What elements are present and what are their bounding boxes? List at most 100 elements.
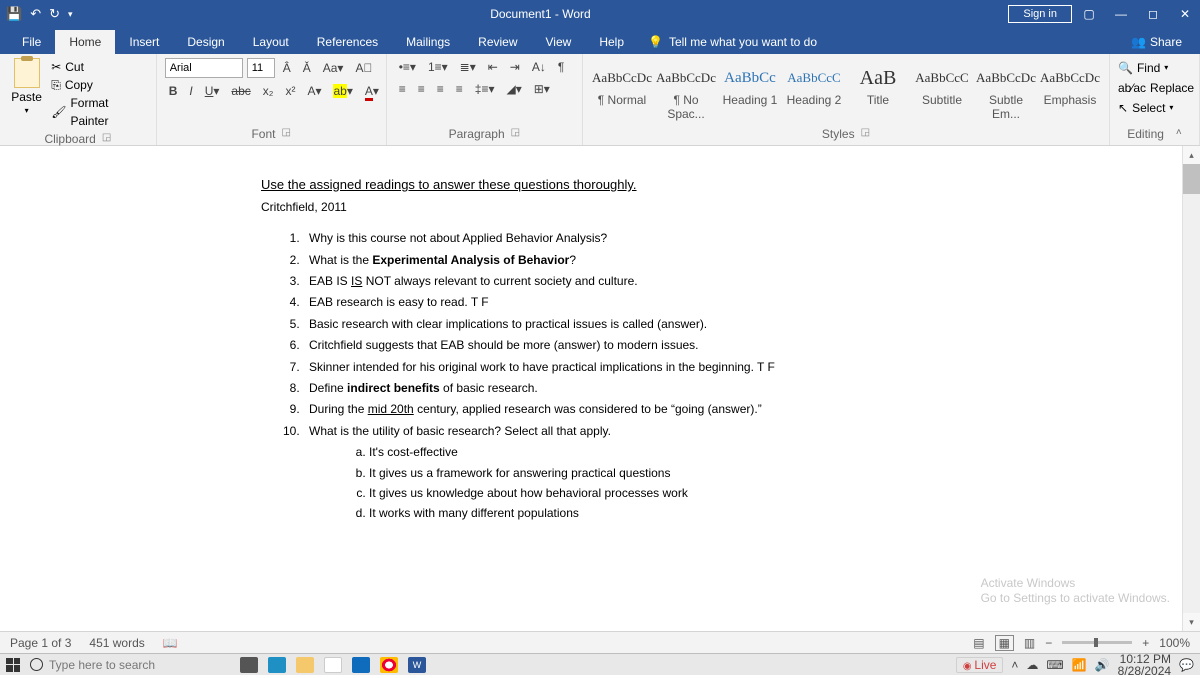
keyboard-icon[interactable]: ⌨ <box>1046 658 1063 672</box>
start-button[interactable] <box>6 658 20 672</box>
live-badge[interactable]: ◉ Live <box>956 657 1004 673</box>
tab-mailings[interactable]: Mailings <box>392 30 464 54</box>
tab-review[interactable]: Review <box>464 30 531 54</box>
shrink-font-button[interactable]: Ǎ <box>299 59 315 77</box>
edge-icon[interactable] <box>268 657 286 673</box>
web-layout-icon[interactable]: ▥ <box>1024 636 1035 650</box>
select-button[interactable]: ↖Select▾ <box>1118 98 1191 118</box>
tab-insert[interactable]: Insert <box>115 30 173 54</box>
close-icon[interactable]: ✕ <box>1176 7 1194 21</box>
font-name-combo[interactable] <box>165 58 243 78</box>
document-area[interactable]: Use the assigned readings to answer thes… <box>0 146 1182 631</box>
bold-button[interactable]: B <box>165 82 182 100</box>
clear-format-button[interactable]: A⃠ <box>351 59 376 77</box>
undo-icon[interactable]: ↶ <box>30 6 41 22</box>
system-clock[interactable]: 10:12 PM8/28/2024 <box>1118 653 1171 677</box>
taskbar-search[interactable]: Type here to search <box>30 658 230 672</box>
zoom-level[interactable]: 100% <box>1159 636 1190 650</box>
bullets-button[interactable]: •≡▾ <box>395 58 420 76</box>
underline-button[interactable]: U▾ <box>201 82 224 100</box>
style-heading-2[interactable]: AaBbCcCHeading 2 <box>783 60 845 116</box>
strike-button[interactable]: abc <box>227 82 254 100</box>
tab-design[interactable]: Design <box>173 30 238 54</box>
save-icon[interactable]: 💾 <box>6 6 22 22</box>
copy-button[interactable]: ⎘Copy <box>51 76 148 94</box>
grow-font-button[interactable]: Â <box>279 59 295 77</box>
notifications-icon[interactable]: 💬 <box>1179 658 1194 672</box>
style-title[interactable]: AaBTitle <box>847 60 909 116</box>
highlight-button[interactable]: ab▾ <box>329 82 356 100</box>
paste-button[interactable]: Paste▾ <box>8 58 45 130</box>
store-icon[interactable] <box>324 657 342 673</box>
font-color-button[interactable]: A▾ <box>361 82 383 100</box>
sort-button[interactable]: A↓ <box>528 58 550 76</box>
style-subtitle[interactable]: AaBbCcCSubtitle <box>911 60 973 116</box>
minimize-icon[interactable]: — <box>1112 7 1130 21</box>
superscript-button[interactable]: x² <box>281 82 299 100</box>
change-case-button[interactable]: Aa▾ <box>319 59 348 77</box>
justify-button[interactable]: ≡ <box>452 80 467 98</box>
tab-home[interactable]: Home <box>55 30 115 54</box>
chrome-icon[interactable] <box>380 657 398 673</box>
scroll-up-icon[interactable]: ▴ <box>1183 146 1200 164</box>
ribbon-display-icon[interactable]: ▢ <box>1080 7 1098 21</box>
subscript-button[interactable]: x₂ <box>259 82 278 100</box>
word-icon[interactable]: W <box>408 657 426 673</box>
page-indicator[interactable]: Page 1 of 3 <box>10 636 71 650</box>
dec-indent-button[interactable]: ⇤ <box>484 58 502 76</box>
zoom-out-button[interactable]: − <box>1045 636 1052 650</box>
style--no-spac-[interactable]: AaBbCcDc¶ No Spac... <box>655 60 717 116</box>
zoom-slider[interactable] <box>1062 641 1132 644</box>
style-heading-1[interactable]: AaBbCcHeading 1 <box>719 60 781 116</box>
tab-references[interactable]: References <box>303 30 392 54</box>
volume-icon[interactable]: 🔊 <box>1095 658 1110 672</box>
style-subtle-em-[interactable]: AaBbCcDcSubtle Em... <box>975 60 1037 116</box>
styles-launcher-icon[interactable]: ◲ <box>861 127 870 141</box>
clipboard-launcher-icon[interactable]: ◲ <box>102 132 111 146</box>
font-launcher-icon[interactable]: ◲ <box>281 127 290 141</box>
wifi-icon[interactable]: 📶 <box>1072 658 1087 672</box>
cut-button[interactable]: ✂Cut <box>51 58 148 76</box>
font-size-combo[interactable] <box>247 58 275 78</box>
align-center-button[interactable]: ≡ <box>414 80 429 98</box>
style--normal[interactable]: AaBbCcDc¶ Normal <box>591 60 653 116</box>
tab-file[interactable]: File <box>8 30 55 54</box>
collapse-ribbon-icon[interactable]: ˄ <box>1176 127 1182 141</box>
sign-in-button[interactable]: Sign in <box>1008 5 1072 23</box>
multilevel-button[interactable]: ≣▾ <box>456 58 480 76</box>
tab-view[interactable]: View <box>532 30 586 54</box>
replace-button[interactable]: ab⁄acReplace <box>1118 78 1191 98</box>
line-spacing-button[interactable]: ‡≡▾ <box>471 80 499 98</box>
onedrive-icon[interactable]: ☁ <box>1026 658 1038 672</box>
italic-button[interactable]: I <box>185 82 196 100</box>
redo-icon[interactable]: ↻ <box>49 6 60 22</box>
tab-help[interactable]: Help <box>585 30 638 54</box>
numbering-button[interactable]: 1≡▾ <box>424 58 452 76</box>
format-painter-button[interactable]: 🖌Format Painter <box>51 94 148 130</box>
align-left-button[interactable]: ≡ <box>395 80 410 98</box>
print-layout-icon[interactable]: ▦ <box>995 635 1014 651</box>
read-mode-icon[interactable]: ▤ <box>973 636 984 650</box>
scroll-down-icon[interactable]: ▾ <box>1183 613 1200 631</box>
explorer-icon[interactable] <box>296 657 314 673</box>
tell-me-search[interactable]: 💡Tell me what you want to do <box>638 30 827 54</box>
mail-icon[interactable] <box>352 657 370 673</box>
vertical-scrollbar[interactable]: ▴ ▾ <box>1182 146 1200 631</box>
tray-chevron-icon[interactable]: ˄ <box>1011 658 1018 672</box>
shading-button[interactable]: ◢▾ <box>502 80 525 98</box>
scroll-thumb[interactable] <box>1183 164 1200 194</box>
word-count[interactable]: 451 words <box>89 636 144 650</box>
text-effects-button[interactable]: A▾ <box>303 82 325 100</box>
style-emphasis[interactable]: AaBbCcDcEmphasis <box>1039 60 1101 116</box>
show-marks-button[interactable]: ¶ <box>554 58 568 76</box>
borders-button[interactable]: ⊞▾ <box>530 80 554 98</box>
share-button[interactable]: 👥Share <box>1121 30 1192 54</box>
zoom-in-button[interactable]: + <box>1142 636 1149 650</box>
maximize-icon[interactable]: ◻ <box>1144 7 1162 21</box>
proofing-icon[interactable]: 📖 <box>163 636 178 650</box>
tab-layout[interactable]: Layout <box>239 30 303 54</box>
task-view-icon[interactable] <box>240 657 258 673</box>
inc-indent-button[interactable]: ⇥ <box>506 58 524 76</box>
paragraph-launcher-icon[interactable]: ◲ <box>511 127 520 141</box>
find-button[interactable]: 🔍Find▾ <box>1118 58 1191 78</box>
